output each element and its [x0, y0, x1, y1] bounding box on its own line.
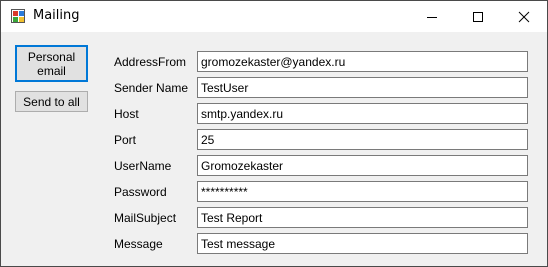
- mailing-window: Mailing Personal email Send to all Addre…: [0, 0, 548, 267]
- message-label: Message: [114, 237, 163, 251]
- window-title: Mailing: [33, 8, 80, 23]
- password-field[interactable]: [197, 181, 528, 202]
- mail-subject-field[interactable]: [197, 207, 528, 228]
- sender-name-label: Sender Name: [114, 81, 189, 95]
- personal-email-button[interactable]: Personal email: [15, 45, 88, 82]
- maximize-button[interactable]: [455, 1, 501, 32]
- close-button[interactable]: [501, 1, 547, 32]
- username-field[interactable]: [197, 155, 528, 176]
- host-field[interactable]: [197, 103, 528, 124]
- mail-subject-label: MailSubject: [114, 211, 177, 225]
- password-label: Password: [114, 185, 167, 199]
- address-from-label: AddressFrom: [114, 55, 187, 69]
- close-icon: [518, 11, 530, 23]
- title-bar[interactable]: Mailing: [1, 1, 547, 32]
- port-label: Port: [114, 133, 137, 147]
- username-label: UserName: [114, 159, 172, 173]
- app-icon: [11, 9, 25, 23]
- sender-name-field[interactable]: [197, 77, 528, 98]
- maximize-icon: [473, 12, 483, 22]
- minimize-button[interactable]: [409, 1, 455, 32]
- minimize-icon: [427, 17, 437, 18]
- message-field[interactable]: [197, 233, 528, 254]
- port-field[interactable]: [197, 129, 528, 150]
- send-to-all-button[interactable]: Send to all: [15, 91, 88, 112]
- host-label: Host: [114, 107, 139, 121]
- address-from-field[interactable]: [197, 51, 528, 72]
